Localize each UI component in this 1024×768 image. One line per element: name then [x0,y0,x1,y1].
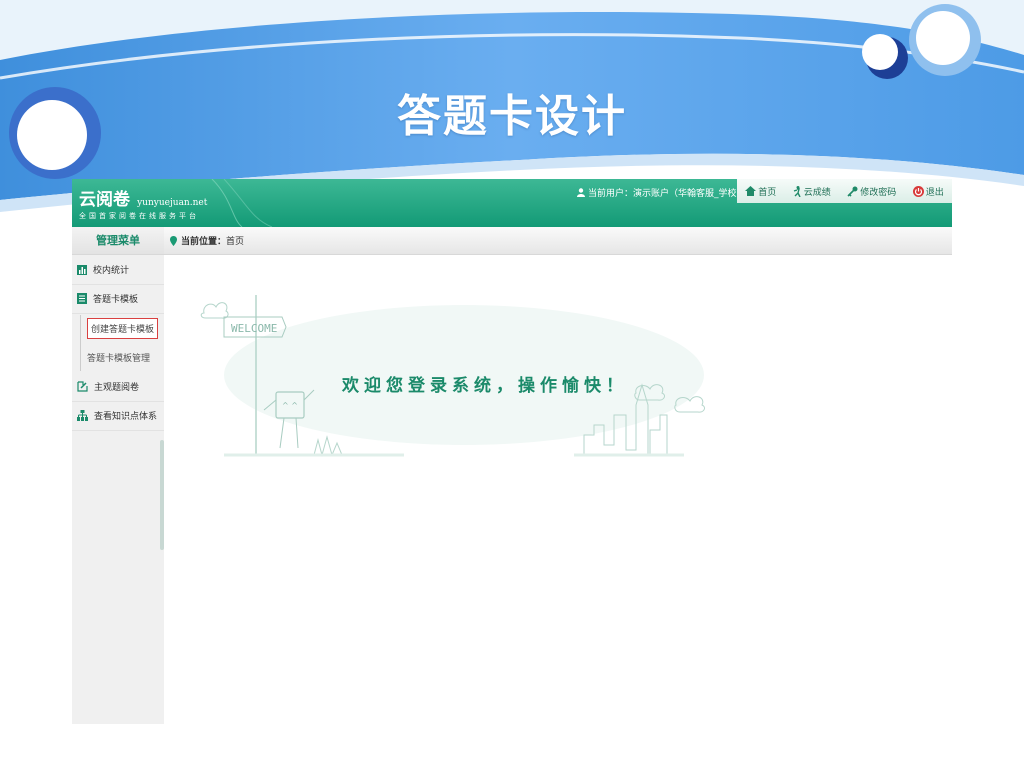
breadcrumb-label: 当前位置： [181,237,227,247]
logo-tagline: 全国首家阅卷在线服务平台 [79,212,199,220]
sidebar-item-label: 校内统计 [93,266,130,276]
nav-cloud-score-link[interactable]: 云成绩 [793,185,831,198]
nav-logout-label: 退出 [925,187,944,198]
nav-home-link[interactable]: 首页 [745,185,776,198]
menu-title: 管理菜单 [72,227,164,254]
nav-cloud-score-label: 云成绩 [803,187,831,198]
document-list-icon [77,293,87,304]
sidebar-item-knowledge-system[interactable]: 查看知识点体系 [72,401,164,431]
sidebar-item-label: 主观题阅卷 [94,383,140,393]
sub-toolbar: 管理菜单 当前位置： 首页 [72,227,952,255]
app-logo[interactable]: 云阅卷 yunyuejuan.net 全国首家阅卷在线服务平台 [79,185,207,221]
slide-title: 答题卡设计 [397,91,627,142]
sidebar-item-label: 答题卡模板 [93,295,139,305]
current-user-text: 当前用户：演示账户（华翰客服_学校） [588,188,746,199]
welcome-illustration: WELCOME ^ ^ [200,295,706,457]
sidebar: 校内统计 答题卡模板 创建答题卡模板 答题卡模板管理 主观题阅卷 查看知识点体系 [72,255,164,724]
nav-logout-link[interactable]: 退出 [912,185,944,198]
grading-icon [77,381,88,392]
sidebar-item-subjective-grading[interactable]: 主观题阅卷 [72,372,164,402]
location-pin-icon [170,235,177,246]
welcome-message: 欢迎您登录系统，操作愉快！ [342,376,628,396]
nav-change-password-link[interactable]: 修改密码 [847,185,896,198]
header-nav: 首页 云成绩 修改密码 退出 [737,179,952,203]
app-window: 云阅卷 yunyuejuan.net 全国首家阅卷在线服务平台 当前用户：演示账… [72,179,952,724]
svg-text:^ ^: ^ ^ [282,401,298,410]
power-icon [912,185,924,197]
welcome-sign-text: WELCOME [231,322,277,335]
user-icon [577,187,585,197]
breadcrumb-current[interactable]: 首页 [226,234,244,247]
key-icon [847,186,858,197]
sidebar-item-label: 查看知识点体系 [94,412,158,422]
nav-home-label: 首页 [758,187,777,198]
sidebar-item-answer-sheet-template[interactable]: 答题卡模板 [72,284,164,314]
runner-icon [793,185,801,197]
app-header: 云阅卷 yunyuejuan.net 全国首家阅卷在线服务平台 当前用户：演示账… [72,179,952,227]
main-content: WELCOME ^ ^ 欢迎您登录系统，操作愉快！ [164,255,952,724]
nav-change-password-label: 修改密码 [860,187,897,198]
current-user-info: 当前用户：演示账户（华翰客服_学校） [577,184,746,200]
submenu-guide-line [80,315,81,371]
hierarchy-icon [77,410,88,421]
logo-url: yunyuejuan.net [137,198,208,208]
home-icon [745,186,757,196]
logo-name: 云阅卷 [79,190,130,210]
sidebar-subitem-create-template[interactable]: 创建答题卡模板 [87,318,159,339]
breadcrumb: 当前位置： 首页 [170,227,244,254]
bar-chart-icon [77,264,87,275]
sidebar-item-school-stats[interactable]: 校内统计 [72,255,164,285]
sidebar-subitem-manage-template[interactable]: 答题卡模板管理 [87,351,150,364]
